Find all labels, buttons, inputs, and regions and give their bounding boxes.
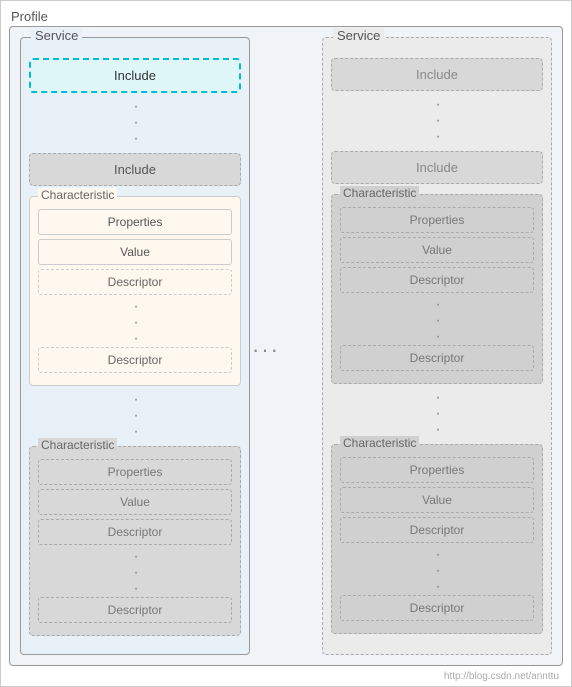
descriptor-box-4: Descriptor [38, 597, 232, 623]
service-right-title: Service [333, 28, 384, 43]
include-active-box: Include [29, 58, 241, 93]
char-right-bottom-title: Characteristic [340, 436, 419, 450]
dots-v-3: ··· [21, 392, 249, 440]
value-box-r1: Value [340, 237, 534, 263]
profile-label: Profile [11, 9, 48, 24]
page-container: Profile Service Include ··· Include Char… [0, 0, 572, 687]
profile-box: Service Include ··· Include Characterist… [9, 26, 563, 666]
service-left-title: Service [31, 28, 82, 43]
include-active-label: Include [114, 68, 156, 83]
descriptor-box-r3: Descriptor [340, 517, 534, 543]
descriptor-box-1: Descriptor [38, 269, 232, 295]
dots-v-r4: ··· [340, 547, 534, 595]
properties-box-1: Properties [38, 209, 232, 235]
properties-box-2: Properties [38, 459, 232, 485]
dots-v-r3: ··· [323, 390, 551, 438]
char-box-inactive: Characteristic Properties Value Descript… [29, 446, 241, 636]
descriptor-box-r2: Descriptor [340, 345, 534, 371]
properties-box-r2: Properties [340, 457, 534, 483]
char-inactive-title: Characteristic [38, 438, 117, 452]
char-box-active: Characteristic Properties Value Descript… [29, 196, 241, 386]
dots-horizontal: ··· [252, 337, 280, 363]
dots-v-2: ··· [38, 299, 232, 347]
include-right-bottom-label: Include [416, 160, 458, 175]
dots-v-4: ··· [38, 549, 232, 597]
descriptor-box-r4: Descriptor [340, 595, 534, 621]
char-box-right-bottom: Characteristic Properties Value Descript… [331, 444, 543, 634]
service-right: Service Include ··· Include Characterist… [322, 37, 552, 655]
include-right-bottom-box: Include [331, 151, 543, 184]
include-inactive-box: Include [29, 153, 241, 186]
value-box-1: Value [38, 239, 232, 265]
descriptor-box-2: Descriptor [38, 347, 232, 373]
include-inactive-label: Include [114, 162, 156, 177]
char-box-right-top: Characteristic Properties Value Descript… [331, 194, 543, 384]
include-right-top-box: Include [331, 58, 543, 91]
char-active-title: Characteristic [38, 188, 117, 202]
dots-v-r1: ··· [323, 97, 551, 145]
descriptor-box-r1: Descriptor [340, 267, 534, 293]
properties-box-r1: Properties [340, 207, 534, 233]
dots-v-r2: ··· [340, 297, 534, 345]
value-box-2: Value [38, 489, 232, 515]
service-left: Service Include ··· Include Characterist… [20, 37, 250, 655]
char-right-top-title: Characteristic [340, 186, 419, 200]
dots-v-1: ··· [21, 99, 249, 147]
descriptor-box-3: Descriptor [38, 519, 232, 545]
watermark: http://blog.csdn.net/annttu [444, 671, 559, 682]
value-box-r2: Value [340, 487, 534, 513]
include-right-top-label: Include [416, 67, 458, 82]
